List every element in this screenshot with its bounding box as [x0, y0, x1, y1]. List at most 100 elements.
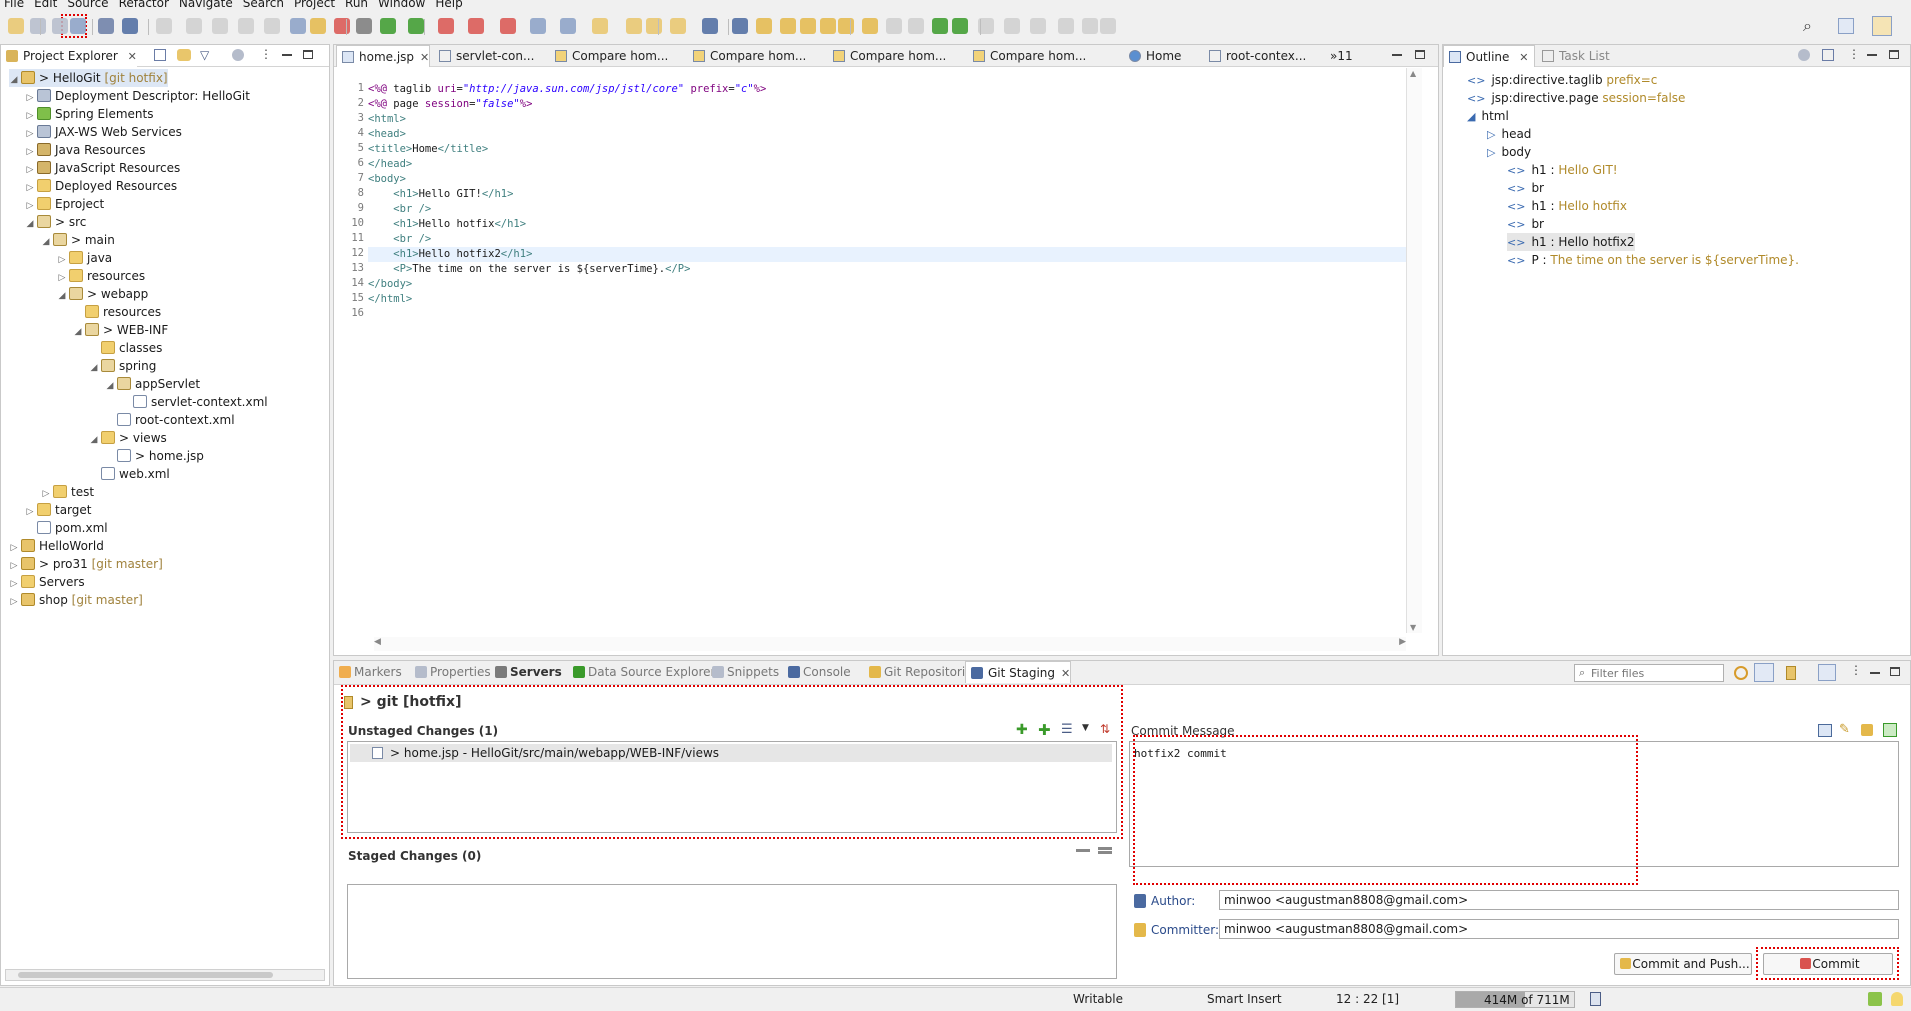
tree-item[interactable]: ▷ java [57, 249, 112, 267]
menu-file[interactable]: File [4, 0, 24, 9]
trash-icon[interactable] [1590, 992, 1601, 1006]
tree-item[interactable]: ◢ appServlet [105, 375, 200, 393]
remove-selected-icon[interactable] [1076, 849, 1090, 852]
tree-item[interactable]: ◢ > src [25, 213, 86, 231]
tab-snippets[interactable]: Snippets [709, 661, 779, 683]
expand-toggle-icon[interactable]: ◢ [9, 71, 19, 89]
toolbar-icon-22[interactable] [592, 18, 608, 34]
toolbar-icon-37[interactable] [952, 18, 968, 34]
code-line[interactable]: <%@ taglib uri="http://java.sun.com/jsp/… [368, 82, 766, 97]
tree-item[interactable]: ▷ Deployed Resources [25, 177, 177, 195]
vertical-scrollbar[interactable]: ▲ ▼ [1406, 68, 1422, 633]
code-line[interactable]: <h1>Hello hotfix</h1> [368, 217, 526, 232]
tab-servers[interactable]: Servers [492, 661, 562, 683]
code-line[interactable]: </html> [368, 292, 412, 307]
signed-off-icon[interactable]: ✎ [1839, 722, 1850, 737]
more-icon[interactable]: ⋮ [1850, 663, 1862, 677]
link-selection-icon[interactable] [1754, 663, 1774, 682]
toolbar-icon-30[interactable] [800, 18, 816, 34]
close-icon[interactable]: ✕ [128, 50, 137, 63]
toolbar-icon-41[interactable] [1058, 18, 1074, 34]
staged-list[interactable] [347, 884, 1117, 979]
maximize-icon[interactable] [1890, 667, 1900, 676]
code-line[interactable]: </body> [368, 277, 412, 292]
toolbar-icon-35[interactable] [908, 18, 924, 34]
close-icon[interactable]: ✕ [420, 51, 429, 64]
expand-toggle-icon[interactable]: ◢ [25, 215, 35, 233]
outline-item[interactable]: <> br [1507, 179, 1544, 197]
toolbar-icon-1[interactable] [30, 18, 46, 34]
code-line[interactable]: <h1>Hello GIT!</h1> [368, 187, 513, 202]
tab-data-source-explorer[interactable]: Data Source Explorer [570, 661, 715, 683]
minimize-icon[interactable] [1870, 672, 1880, 674]
code-line[interactable]: <head> [368, 127, 406, 142]
amend-icon[interactable] [1818, 724, 1832, 737]
tree-item[interactable]: ▷ Servers [9, 573, 85, 591]
toolbar-icon-0[interactable] [8, 18, 24, 34]
tab-markers[interactable]: Markers [336, 661, 402, 683]
sort-icon[interactable] [1798, 49, 1810, 61]
view-menu-icon[interactable] [232, 49, 244, 61]
code-line[interactable]: <%@ page session="false"%> [368, 97, 532, 112]
heap-status[interactable]: 414M of 711M [1455, 991, 1575, 1008]
tree-item[interactable]: ▷ > pro31 [git master] [9, 555, 163, 573]
tree-item[interactable]: ◢ > main [41, 231, 115, 249]
minimize-icon[interactable] [1392, 54, 1402, 56]
tree-item[interactable]: ◢ > HelloGit [git hotfix] [9, 69, 168, 87]
outline-item[interactable]: <> P : The time on the server is ${server… [1507, 251, 1799, 269]
menu-edit[interactable]: Edit [34, 0, 57, 9]
tree-item[interactable]: classes [89, 339, 162, 357]
maximize-icon[interactable] [1415, 50, 1425, 59]
tab-editor[interactable]: Compare hom... [828, 45, 946, 67]
toolbar-icon-16[interactable] [408, 18, 424, 34]
expand-toggle-icon[interactable]: ◢ [105, 377, 115, 395]
toolbar-icon-15[interactable] [380, 18, 396, 34]
expand-toggle-icon[interactable]: ◢ [41, 233, 51, 251]
code-line[interactable]: </head> [368, 157, 412, 172]
horizontal-scrollbar[interactable] [5, 969, 325, 981]
change-id-icon[interactable] [1883, 723, 1897, 737]
tab-editor[interactable]: Compare hom... [550, 45, 668, 67]
tab-editor[interactable]: »11 [1326, 45, 1353, 67]
minimize-icon[interactable] [1867, 54, 1877, 56]
tree-item[interactable]: ◢ > webapp [57, 285, 148, 303]
committer-field[interactable]: minwoo <augustman8808@gmail.com> [1219, 919, 1899, 939]
link-editor-icon[interactable] [177, 49, 191, 61]
tree-item[interactable]: ▷ test [41, 483, 94, 501]
toolbar-icon-32[interactable] [838, 18, 854, 34]
tree-item[interactable]: ▷ HelloWorld [9, 537, 104, 555]
code-line[interactable]: <br /> [368, 202, 431, 217]
layout-icon[interactable] [1818, 664, 1836, 681]
expand-toggle-icon[interactable]: ◢ [89, 359, 99, 377]
toolbar-icon-3[interactable] [70, 18, 86, 34]
menu-navigate[interactable]: Navigate [179, 0, 233, 9]
author-field[interactable]: minwoo <augustman8808@gmail.com> [1219, 890, 1899, 910]
tab-editor[interactable]: Compare hom... [688, 45, 806, 67]
toolbar-icon-23[interactable] [626, 18, 642, 34]
expand-toggle-icon[interactable]: ◢ [73, 323, 83, 341]
outline-item[interactable]: ▷ body [1487, 143, 1531, 161]
toolbar-icon-11[interactable] [290, 18, 306, 34]
tree-item[interactable]: > home.jsp [105, 447, 204, 465]
toolbar-icon-6[interactable] [156, 18, 172, 34]
tree-item[interactable]: ▷ JavaScript Resources [25, 159, 180, 177]
editor-horizontal-scrollbar[interactable]: ◀ ▶ [374, 637, 1406, 651]
menu-window[interactable]: Window [378, 0, 425, 9]
toolbar-icon-13[interactable] [334, 18, 350, 34]
menu-help[interactable]: Help [435, 0, 462, 9]
expand-toggle-icon[interactable]: ◢ [57, 287, 67, 305]
search-icon[interactable]: ⌕ [1803, 16, 1812, 36]
tab-editor[interactable]: home.jsp ✕ [336, 45, 431, 67]
tab-editor[interactable]: root-contex... [1204, 45, 1306, 67]
outline-item[interactable]: <> h1 : Hello hotfix2 [1507, 233, 1635, 251]
collapse-all-icon[interactable] [154, 49, 166, 61]
menu-project[interactable]: Project [294, 0, 335, 9]
tab-editor[interactable]: Compare hom... [968, 45, 1086, 67]
tree-item[interactable]: ◢ > WEB-INF [73, 321, 168, 339]
tree-item[interactable]: ▷ Spring Elements [25, 105, 153, 123]
toolbar-icon-12[interactable] [310, 18, 326, 34]
code-line[interactable]: <h1>Hello hotfix2</h1> [368, 247, 1406, 262]
tree-item[interactable]: ▷ resources [57, 267, 145, 285]
tree-item[interactable]: root-context.xml [105, 411, 235, 429]
menu-refactor[interactable]: Refactor [119, 0, 169, 9]
